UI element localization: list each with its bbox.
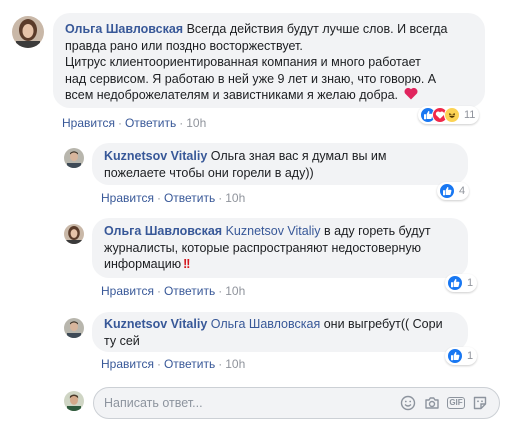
reactions-summary[interactable]: 4	[437, 182, 470, 200]
avatar[interactable]	[64, 224, 84, 244]
comment-text: всем недоброжелателям и завистниками я ж…	[65, 88, 399, 102]
reactions-summary[interactable]: 1	[445, 347, 478, 365]
haha-reaction-icon	[444, 107, 460, 123]
comment-actions: Нравится · Ответить · 10h	[62, 116, 207, 130]
emoji-icon[interactable]	[399, 394, 417, 412]
comment-text: в аду гореть будут	[324, 224, 431, 238]
like-reaction-icon	[447, 348, 463, 364]
like-reaction-icon	[447, 275, 463, 291]
comment-author[interactable]: Kuznetsov Vitaliy	[104, 317, 207, 331]
comment-timestamp[interactable]: 10h	[225, 191, 245, 205]
comment-actions: Нравится · Ответить · 10h	[101, 357, 246, 371]
reply-input[interactable]	[104, 396, 393, 410]
avatar[interactable]	[64, 318, 84, 338]
comment-text: ту сей	[104, 333, 140, 348]
sticker-icon[interactable]	[471, 394, 489, 412]
comment-actions: Нравится · Ответить · 10h	[101, 284, 246, 298]
reply-composer: GIF	[93, 387, 500, 419]
comment-author[interactable]: Ольга Шавловская	[65, 22, 183, 36]
comment-mention[interactable]: Ольга Шавловская	[211, 317, 320, 331]
reply-button[interactable]: Ответить	[125, 116, 176, 130]
reply-button[interactable]: Ответить	[164, 284, 215, 298]
camera-icon[interactable]	[423, 394, 441, 412]
comment-text: Цитрус клиентоориентированная компания и…	[65, 55, 421, 69]
reactions-summary[interactable]: 11	[418, 106, 480, 124]
like-button[interactable]: Нравится	[101, 357, 154, 371]
comment-actions: Нравится · Ответить · 10h	[101, 191, 246, 205]
comment-bubble: Kuznetsov Vitaliy Ольга Шавловская они в…	[92, 312, 468, 352]
like-reaction-icon	[439, 183, 455, 199]
current-user-avatar	[64, 391, 84, 411]
avatar[interactable]	[12, 16, 44, 48]
comment-text: они выгребут(( Сори	[323, 317, 443, 331]
like-button[interactable]: Нравится	[62, 116, 115, 130]
comment-bubble: Kuznetsov Vitaliy Ольга зная вас я думал…	[92, 143, 468, 185]
avatar[interactable]	[64, 148, 84, 168]
comment-text: Ольга зная вас я думал вы им	[210, 149, 387, 163]
double-exclamation-icon: !!	[183, 257, 190, 271]
comment-text: правда рано или поздно восторжествует.	[65, 38, 303, 53]
reaction-count: 1	[467, 350, 474, 362]
comment-bubble: Ольга Шавловская Kuznetsov Vitaliy в аду…	[92, 218, 468, 278]
comment-text: информацию	[104, 257, 182, 271]
comment-timestamp[interactable]: 10h	[225, 284, 245, 298]
comment-bubble: Ольга Шавловская Всегда действия будут л…	[53, 13, 485, 108]
comment-author[interactable]: Kuznetsov Vitaliy	[104, 149, 207, 163]
comment-text: над сервисом. Я работаю в ней уже 9 лет …	[65, 71, 437, 86]
reaction-count: 1	[467, 277, 474, 289]
comment-author[interactable]: Ольга Шавловская	[104, 224, 222, 238]
like-button[interactable]: Нравится	[101, 191, 154, 205]
comment-text: Всегда действия будут лучше слов. И всег…	[186, 22, 448, 36]
reaction-count: 11	[464, 109, 476, 121]
comment-text: журналисты, которые распространяют недос…	[104, 240, 422, 255]
gif-icon[interactable]: GIF	[447, 394, 465, 412]
reply-button[interactable]: Ответить	[164, 191, 215, 205]
reactions-summary[interactable]: 1	[445, 274, 478, 292]
reaction-count: 4	[459, 185, 466, 197]
comment-timestamp[interactable]: 10h	[225, 357, 245, 371]
comment-mention[interactable]: Kuznetsov Vitaliy	[226, 224, 321, 238]
comment-text: пожелаете чтобы они горели в аду))	[104, 165, 314, 180]
like-button[interactable]: Нравится	[101, 284, 154, 298]
heart-icon	[404, 87, 417, 100]
reply-button[interactable]: Ответить	[164, 357, 215, 371]
comment-timestamp[interactable]: 10h	[186, 116, 206, 130]
